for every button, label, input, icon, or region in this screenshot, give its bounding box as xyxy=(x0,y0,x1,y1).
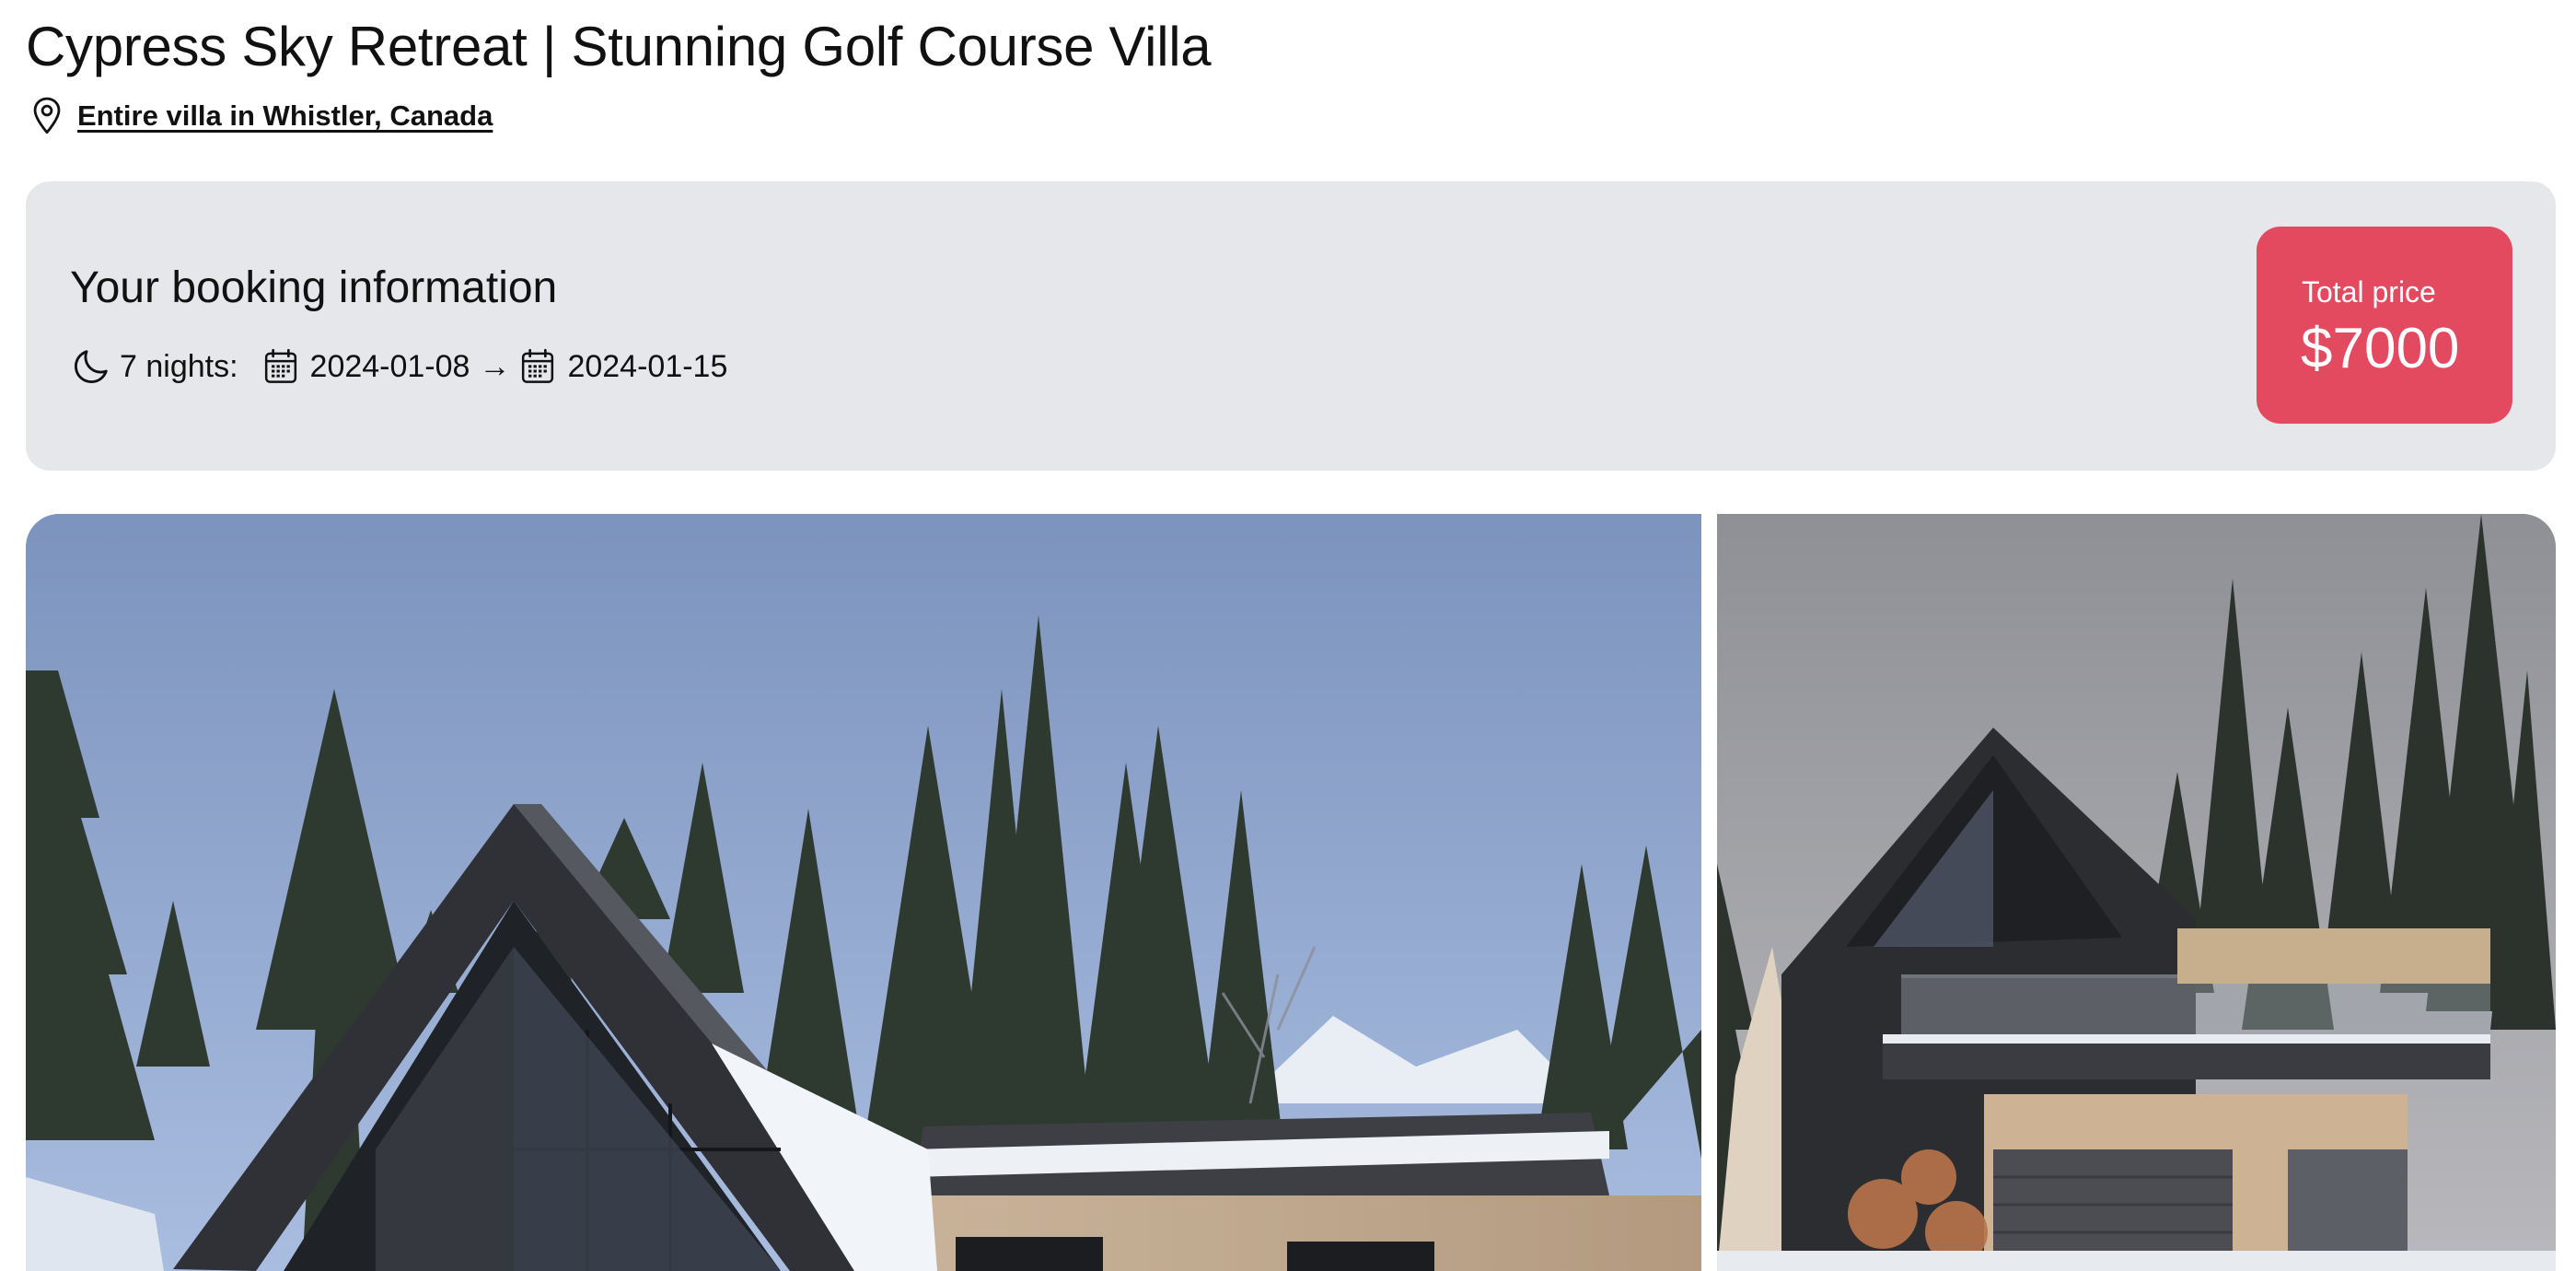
total-price-value: $7000 xyxy=(2301,317,2460,380)
villa-exterior-image xyxy=(26,514,1701,1271)
map-pin-icon xyxy=(33,97,61,134)
villa-side-image xyxy=(1717,514,2556,1271)
total-price-label: Total price xyxy=(2302,275,2436,309)
calendar-icon xyxy=(264,348,296,383)
villa-exterior-photo-main[interactable] xyxy=(26,514,1701,1271)
total-price-card: Total price $7000 xyxy=(2257,227,2512,424)
listing-location: Entire villa in Whistler, Canada xyxy=(28,94,493,138)
moon-icon xyxy=(75,350,108,383)
booking-dates: 7 nights: 2024-01-08 → 2024-01-15 xyxy=(70,342,727,391)
location-link[interactable]: Entire villa in Whistler, Canada xyxy=(77,99,493,133)
check-out-date: 2024-01-15 xyxy=(567,348,728,384)
listing-title: Cypress Sky Retreat | Stunning Golf Cour… xyxy=(26,16,1212,77)
listing-page: Cypress Sky Retreat | Stunning Golf Cour… xyxy=(0,0,2576,1271)
booking-heading: Your booking information xyxy=(70,263,558,312)
villa-exterior-photo-side[interactable] xyxy=(1717,514,2556,1271)
nights-count: 7 nights: xyxy=(120,348,238,384)
check-in-date: 2024-01-08 xyxy=(309,348,470,384)
booking-info-panel: Your booking information 7 nights: 2024-… xyxy=(26,181,2556,471)
date-arrow: → xyxy=(479,348,511,384)
photo-gallery xyxy=(26,514,2556,1271)
calendar-icon xyxy=(522,348,554,383)
